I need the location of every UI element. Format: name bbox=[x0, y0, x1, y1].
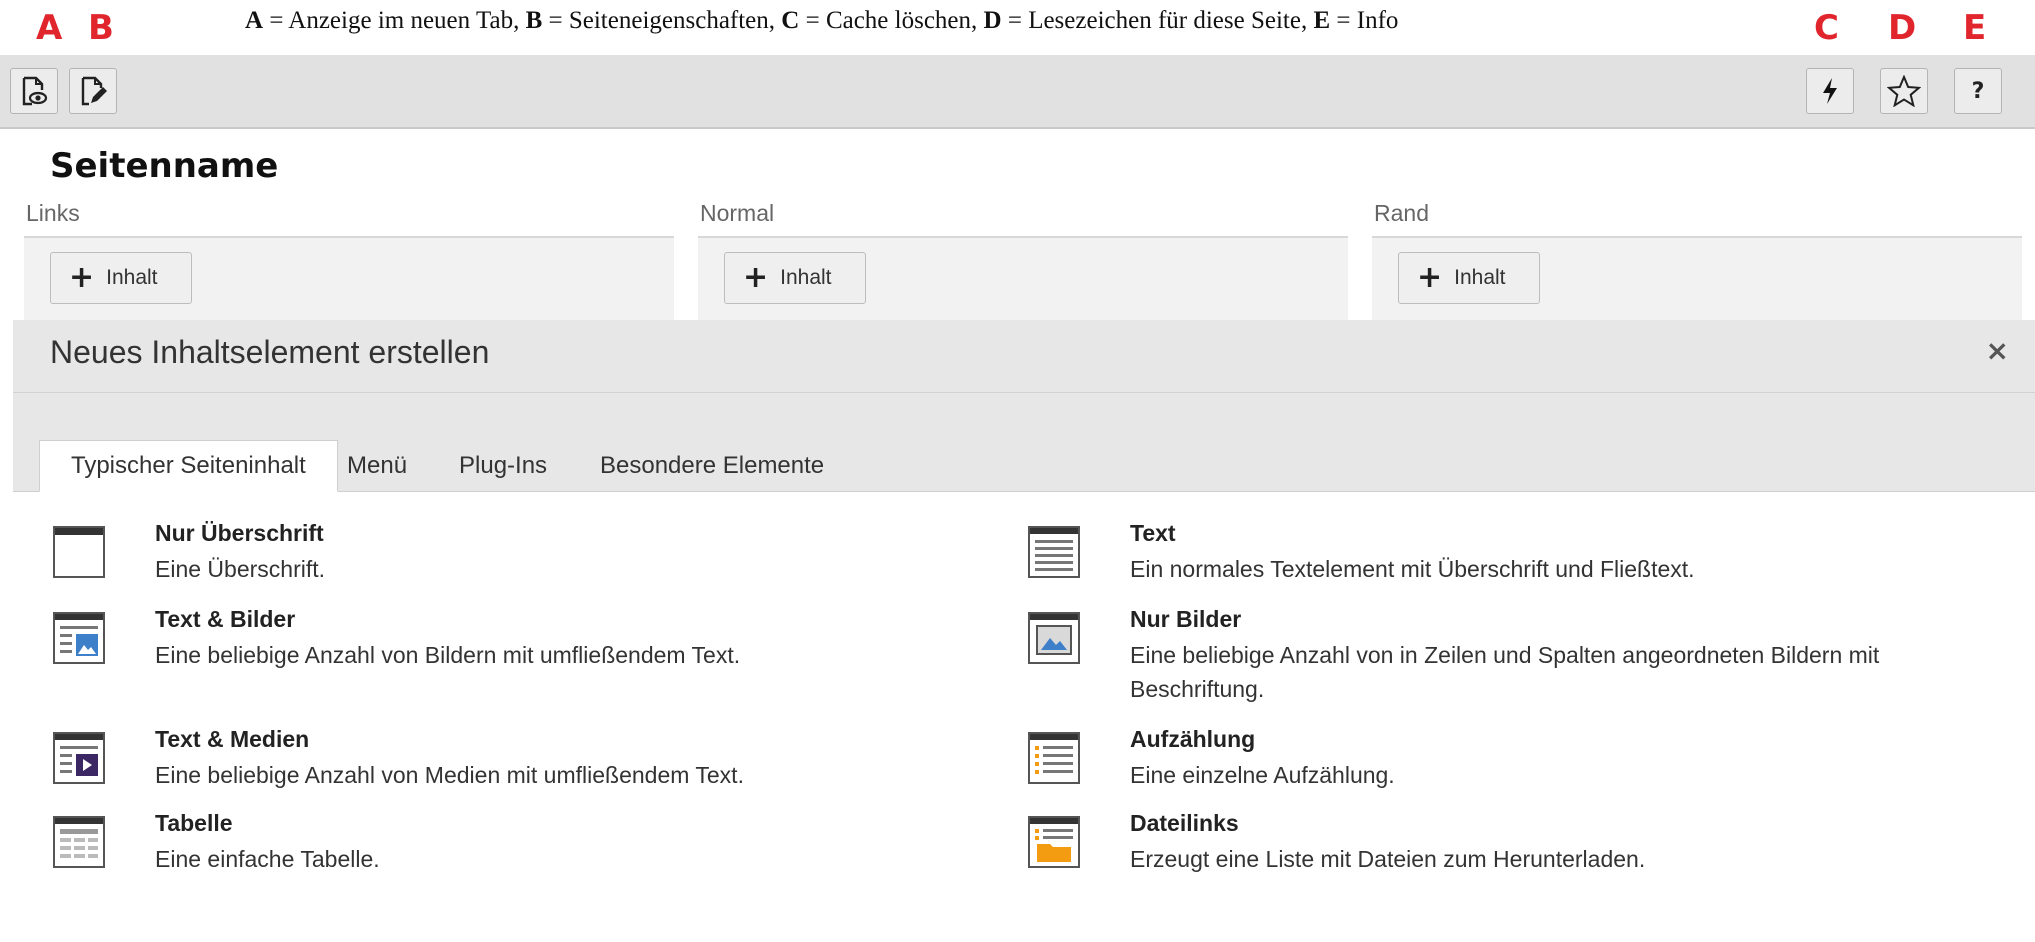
textmedia-icon bbox=[53, 732, 105, 789]
column-rand: Rand + Inhalt bbox=[1372, 196, 2022, 322]
element-name: Nur Bilder bbox=[1130, 606, 1242, 632]
element-description: Eine Überschrift. bbox=[155, 556, 326, 582]
element-description: Eine beliebige Anzahl von in Zeilen und … bbox=[1130, 642, 1880, 702]
text-icon bbox=[1028, 526, 1080, 583]
images-icon bbox=[1028, 612, 1080, 669]
close-icon[interactable]: × bbox=[1986, 334, 2009, 367]
legend-letter-e: E bbox=[1963, 8, 1987, 48]
view-in-new-tab-button[interactable] bbox=[10, 68, 58, 114]
element-description: Eine beliebige Anzahl von Medien mit umf… bbox=[155, 762, 744, 788]
plus-icon: + bbox=[1417, 260, 1443, 295]
column-links: Links + Inhalt bbox=[24, 196, 674, 322]
help-label: ? bbox=[1971, 78, 1985, 104]
legend-letter-c: C bbox=[1814, 8, 1839, 48]
add-content-button[interactable]: + Inhalt bbox=[724, 252, 866, 304]
bookmark-button[interactable] bbox=[1880, 68, 1928, 114]
tab-plug-ins[interactable]: Plug-Ins bbox=[459, 441, 547, 491]
textpic-icon bbox=[53, 612, 105, 669]
add-content-button[interactable]: + Inhalt bbox=[1398, 252, 1540, 304]
add-content-label: Inhalt bbox=[780, 266, 832, 289]
add-content-button[interactable]: + Inhalt bbox=[50, 252, 192, 304]
plus-icon: + bbox=[743, 260, 769, 295]
element-description: Eine einzelne Aufzählung. bbox=[1130, 762, 1395, 788]
element-description: Eine beliebige Anzahl von Bildern mit um… bbox=[155, 642, 741, 668]
page-title: Seitenname bbox=[50, 146, 279, 186]
element-name: Text & Medien bbox=[155, 726, 310, 752]
new-content-element-wizard: Neues Inhaltselement erstellen × Typisch… bbox=[13, 320, 2035, 942]
column-label: Normal bbox=[700, 200, 775, 226]
column-normal: Normal + Inhalt bbox=[698, 196, 1348, 322]
tab-besondere-elemente[interactable]: Besondere Elemente bbox=[600, 441, 824, 491]
legend-letter-d: D bbox=[1888, 8, 1917, 48]
header-icon bbox=[53, 526, 105, 583]
element-description: Eine einfache Tabelle. bbox=[155, 846, 380, 872]
info-button[interactable]: ? bbox=[1954, 68, 2002, 114]
filelinks-icon bbox=[1028, 816, 1080, 873]
element-name: Aufzählung bbox=[1130, 726, 1256, 752]
page-view-icon bbox=[20, 76, 48, 106]
page-edit-icon bbox=[79, 76, 107, 106]
clear-cache-button[interactable] bbox=[1806, 68, 1854, 114]
element-name: Nur Überschrift bbox=[155, 520, 324, 546]
element-name: Text bbox=[1130, 520, 1176, 546]
tab-typischer-seiteninhalt[interactable]: Typischer Seiteninhalt bbox=[39, 440, 338, 492]
modal-title: Neues Inhaltselement erstellen bbox=[50, 334, 490, 370]
column-label: Rand bbox=[1374, 200, 1429, 226]
element-description: Erzeugt eine Liste mit Dateien zum Herun… bbox=[1130, 846, 1646, 872]
page-properties-button[interactable] bbox=[69, 68, 117, 114]
legend-letter-b: B bbox=[88, 8, 114, 48]
page-toolbar: ? bbox=[0, 55, 2035, 129]
tab-menu[interactable]: Menü bbox=[347, 441, 407, 491]
modal-header: Neues Inhaltselement erstellen × bbox=[13, 320, 2035, 393]
lightning-icon bbox=[1820, 77, 1840, 105]
add-content-label: Inhalt bbox=[1454, 266, 1506, 289]
element-description: Ein normales Textelement mit Überschrift… bbox=[1130, 556, 1695, 582]
bullets-icon bbox=[1028, 732, 1080, 789]
legend-letter-a: A bbox=[36, 8, 63, 48]
add-content-label: Inhalt bbox=[106, 266, 158, 289]
table-icon bbox=[53, 816, 105, 873]
column-label: Links bbox=[26, 200, 80, 226]
tab-bar: Typischer Seiteninhalt Menü Plug-Ins Bes… bbox=[13, 393, 2035, 492]
element-name: Dateilinks bbox=[1130, 810, 1239, 836]
plus-icon: + bbox=[69, 260, 95, 295]
element-name: Tabelle bbox=[155, 810, 233, 836]
legend-text: A = Anzeige im neuen Tab, B = Seiteneige… bbox=[245, 7, 1399, 34]
element-name: Text & Bilder bbox=[155, 606, 296, 632]
star-icon bbox=[1887, 75, 1921, 107]
